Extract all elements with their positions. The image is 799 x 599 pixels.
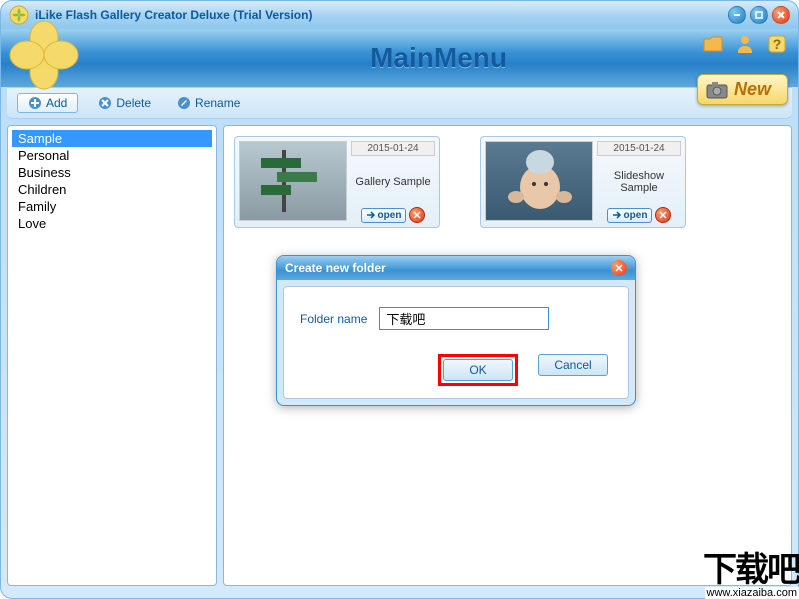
dialog-titlebar: Create new folder — [277, 256, 635, 280]
thumbnail-icon — [485, 141, 593, 221]
window-controls — [728, 6, 790, 24]
card-delete-button[interactable] — [655, 207, 671, 223]
add-label: Add — [46, 96, 67, 110]
sidebar-item-sample[interactable]: Sample — [12, 130, 212, 147]
svg-text:?: ? — [773, 36, 782, 52]
card-date: 2015-01-24 — [597, 141, 681, 156]
folder-name-input[interactable] — [379, 307, 549, 330]
delete-button[interactable]: Delete — [92, 94, 157, 112]
add-button[interactable]: Add — [17, 93, 78, 113]
card-date: 2015-01-24 — [351, 141, 435, 156]
rename-button[interactable]: Rename — [171, 94, 246, 112]
card-title: Gallery Sample — [351, 156, 434, 207]
rename-label: Rename — [195, 96, 240, 110]
new-button-label: New — [734, 79, 771, 100]
toolbar: Add Delete Rename — [7, 87, 792, 119]
open-button[interactable]: open — [607, 208, 653, 223]
page-title: MainMenu — [79, 42, 798, 74]
folder-icon[interactable] — [702, 33, 724, 55]
arrow-right-icon — [612, 210, 622, 220]
close-button[interactable] — [772, 6, 790, 24]
card-title: Slideshow Sample — [597, 156, 681, 207]
maximize-button[interactable] — [750, 6, 768, 24]
new-button[interactable]: New — [697, 74, 788, 105]
create-folder-dialog: Create new folder Folder name OK Cancel — [276, 255, 636, 406]
cancel-button[interactable]: Cancel — [538, 354, 608, 376]
open-button[interactable]: open — [361, 208, 407, 223]
ok-highlight-box: OK — [438, 354, 518, 386]
gallery-row: 2015-01-24 Gallery Sample open — [234, 136, 781, 228]
ok-button[interactable]: OK — [443, 359, 513, 381]
window-title: iLike Flash Gallery Creator Deluxe (Tria… — [35, 8, 728, 22]
card-delete-button[interactable] — [409, 207, 425, 223]
dialog-close-button[interactable] — [611, 260, 627, 276]
folder-name-label: Folder name — [300, 312, 367, 326]
gallery-card[interactable]: 2015-01-24 Gallery Sample open — [234, 136, 440, 228]
thumbnail-icon — [239, 141, 347, 221]
minimize-button[interactable] — [728, 6, 746, 24]
plus-icon — [28, 96, 42, 110]
header: MainMenu ? New — [1, 29, 798, 87]
sidebar-item-love[interactable]: Love — [12, 215, 212, 232]
help-icon[interactable]: ? — [766, 33, 788, 55]
sidebar: Sample Personal Business Children Family… — [7, 125, 217, 586]
user-icon[interactable] — [734, 33, 756, 55]
delete-label: Delete — [116, 96, 151, 110]
arrow-right-icon — [366, 210, 376, 220]
sidebar-item-family[interactable]: Family — [12, 198, 212, 215]
titlebar: iLike Flash Gallery Creator Deluxe (Tria… — [1, 1, 798, 29]
sidebar-item-children[interactable]: Children — [12, 181, 212, 198]
delete-icon — [98, 96, 112, 110]
camera-icon — [706, 81, 728, 99]
sidebar-item-business[interactable]: Business — [12, 164, 212, 181]
sidebar-item-personal[interactable]: Personal — [12, 147, 212, 164]
logo-leaf-icon — [9, 20, 79, 90]
rename-icon — [177, 96, 191, 110]
dialog-title: Create new folder — [285, 261, 386, 275]
gallery-card[interactable]: 2015-01-24 Slideshow Sample open — [480, 136, 686, 228]
